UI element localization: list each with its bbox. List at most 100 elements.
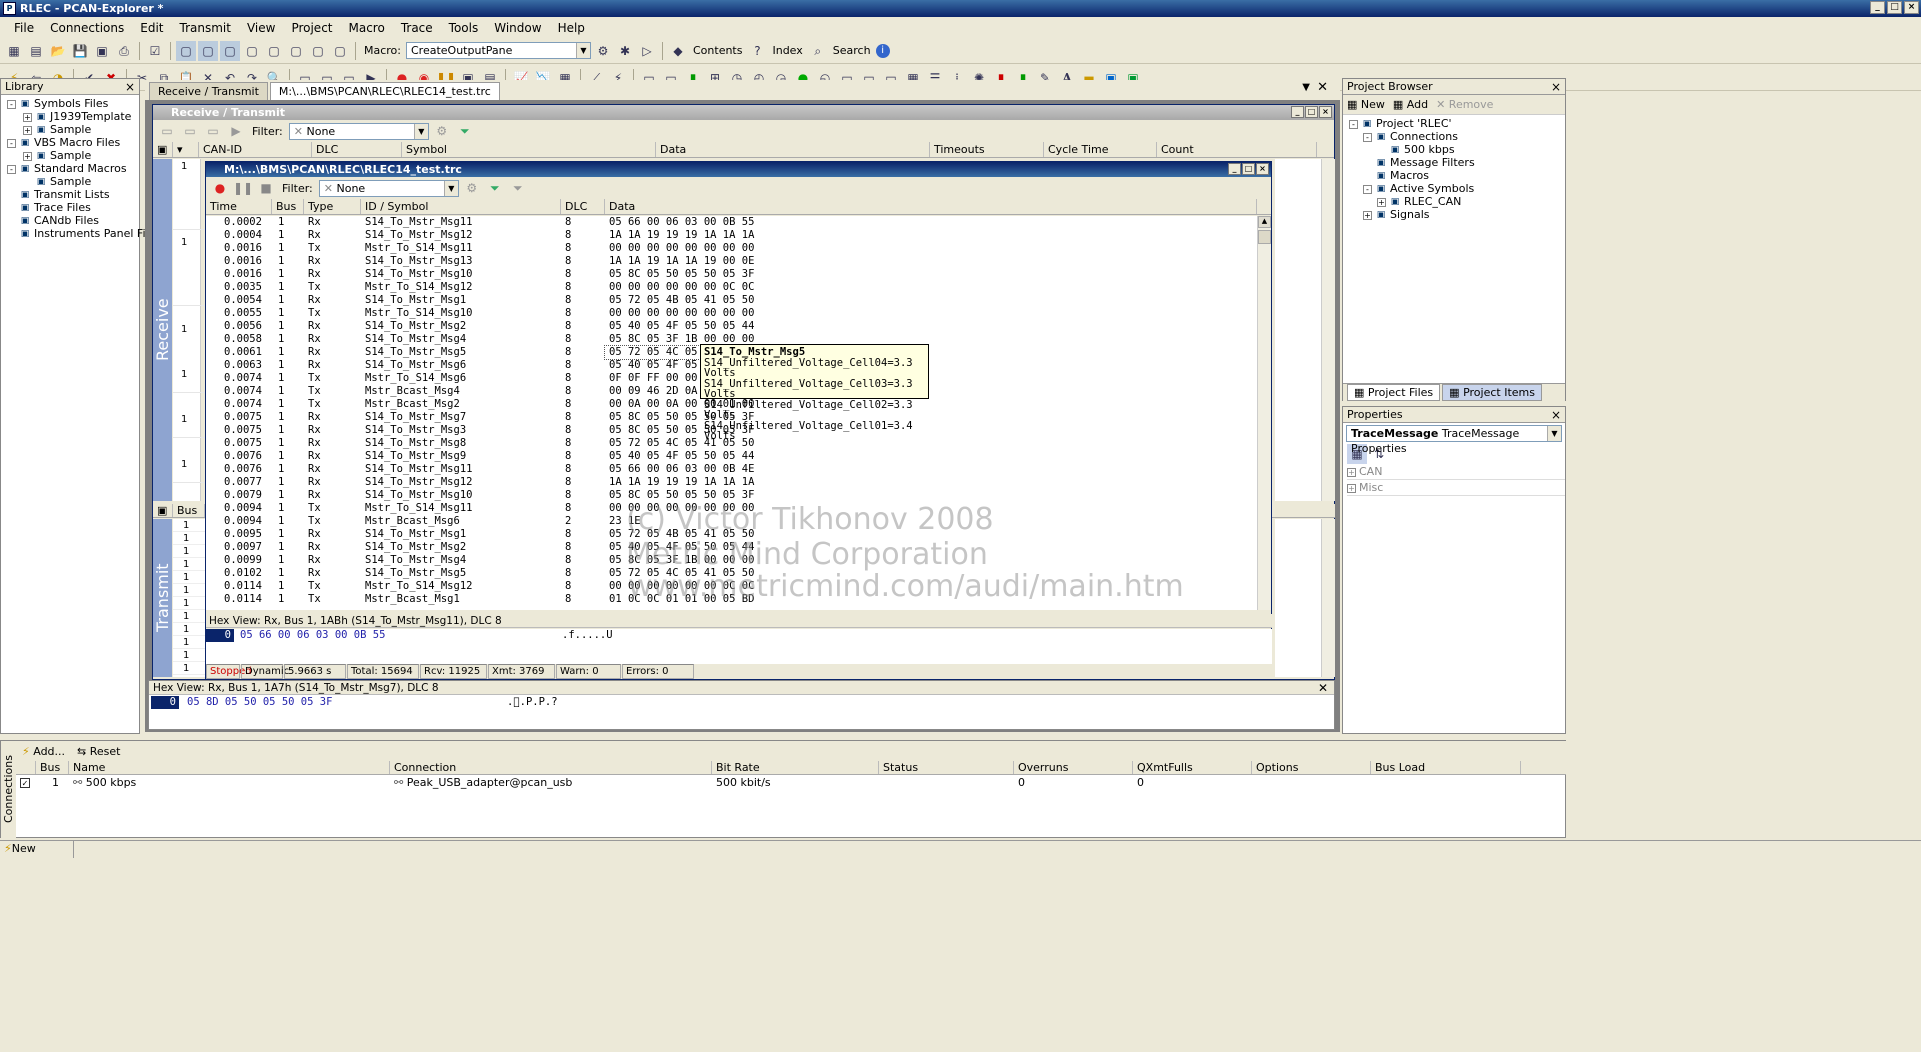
save-icon[interactable]: 💾 bbox=[70, 41, 90, 61]
collapse-icon[interactable]: - bbox=[7, 99, 16, 109]
collapse-icon[interactable]: - bbox=[1363, 132, 1372, 142]
collapse-icon[interactable]: - bbox=[7, 138, 16, 148]
col-timeouts[interactable]: Timeouts bbox=[930, 142, 1044, 157]
filter-funnel-icon[interactable]: ⏷ bbox=[455, 121, 475, 141]
col-conn-bit-rate[interactable]: Bit Rate bbox=[712, 761, 879, 774]
window-layout-5-icon[interactable]: ▢ bbox=[264, 41, 284, 61]
rx-header-icon[interactable]: ▣ bbox=[153, 142, 173, 157]
chevron-down-icon[interactable]: ▼ bbox=[443, 180, 458, 196]
macro-select[interactable]: CreateOutputPane ▼ bbox=[406, 42, 591, 59]
col-symbol[interactable]: Symbol bbox=[402, 142, 656, 157]
new-project-icon[interactable]: ▦ bbox=[4, 41, 24, 61]
col-data[interactable]: Data bbox=[656, 142, 930, 157]
filter-edit-icon[interactable]: ⚙ bbox=[462, 178, 482, 198]
col-cycle-time[interactable]: Cycle Time bbox=[1044, 142, 1157, 157]
tx-row[interactable]: 1 bbox=[173, 584, 205, 597]
tx-row[interactable]: 1 bbox=[173, 532, 205, 545]
library-item[interactable]: ▣ Trace Files bbox=[7, 201, 139, 214]
library-item[interactable]: + ▣ Sample bbox=[7, 123, 139, 136]
filter-clear-icon[interactable]: ⏷ bbox=[508, 178, 528, 198]
scroll-up-icon[interactable]: ▲ bbox=[1258, 216, 1271, 228]
index-button[interactable]: Index bbox=[769, 44, 805, 57]
close-icon[interactable]: × bbox=[1551, 407, 1561, 423]
menu-edit[interactable]: Edit bbox=[132, 21, 171, 35]
col-trace-data[interactable]: Data bbox=[605, 199, 1257, 214]
property-group[interactable]: + Misc bbox=[1347, 480, 1565, 496]
col-conn-status[interactable]: Status bbox=[879, 761, 1014, 774]
expand-icon[interactable]: + bbox=[1377, 197, 1386, 207]
reset-button[interactable]: ⇆ Reset bbox=[77, 745, 120, 758]
col-tx-bus[interactable]: Bus bbox=[173, 504, 205, 517]
filter-funnel-icon[interactable]: ⏷ bbox=[485, 178, 505, 198]
rx-filter-select[interactable]: ✕ None ▼ bbox=[288, 122, 429, 140]
project-tree-item[interactable]: - ▣ Active Symbols bbox=[1349, 182, 1565, 195]
library-item[interactable]: ▣ CANdb Files bbox=[7, 214, 139, 227]
record-icon[interactable]: ● bbox=[210, 178, 230, 198]
minimize-button[interactable]: _ bbox=[1870, 1, 1885, 14]
rx-edit-icon[interactable]: ▭ bbox=[180, 121, 200, 141]
trace-row[interactable]: 0.0079 1 Rx S14_To_Mstr_Msg10 8 05 8C 05 50 0… bbox=[206, 489, 1257, 502]
tx-scrollbar[interactable] bbox=[1321, 519, 1335, 677]
properties-object-select[interactable]: TraceMessage TraceMessage Properties ▼ bbox=[1346, 425, 1562, 455]
library-item[interactable]: ▣ Sample bbox=[7, 175, 139, 188]
expand-icon[interactable]: + bbox=[23, 125, 32, 135]
trace-row[interactable]: 0.0076 1 Rx S14_To_Mstr_Msg9 8 05 40 05 4F 05… bbox=[206, 450, 1257, 463]
library-item[interactable]: ▣ Transmit Lists bbox=[7, 188, 139, 201]
col-conn-qxmtfulls[interactable]: QXmtFulls bbox=[1133, 761, 1252, 774]
library-item[interactable]: + ▣ Sample bbox=[7, 149, 139, 162]
expand-icon[interactable]: + bbox=[1347, 467, 1356, 477]
col-conn-bus-load[interactable]: Bus Load bbox=[1371, 761, 1521, 774]
expand-icon[interactable]: + bbox=[23, 151, 32, 161]
check-icon[interactable]: ☑ bbox=[145, 41, 165, 61]
window-layout-2-icon[interactable]: ▢ bbox=[198, 40, 218, 61]
remove-button[interactable]: ✕ Remove bbox=[1436, 98, 1493, 111]
library-item[interactable]: - ▣ Standard Macros bbox=[7, 162, 139, 175]
save-all-icon[interactable]: ▣ bbox=[92, 41, 112, 61]
tab-project-files[interactable]: ▦ Project Files bbox=[1347, 384, 1441, 401]
project-tree-item[interactable]: - ▣ Connections bbox=[1349, 130, 1565, 143]
menu-help[interactable]: Help bbox=[550, 21, 593, 35]
trace-row[interactable]: 0.0055 1 Tx Mstr_To_S14_Msg10 8 00 00 00 00 0… bbox=[206, 307, 1257, 320]
close-icon[interactable]: × bbox=[1551, 79, 1561, 95]
close-button[interactable]: × bbox=[1904, 1, 1919, 14]
window-layout-1-icon[interactable]: ▢ bbox=[176, 40, 196, 61]
tx-row[interactable]: 1 bbox=[173, 558, 205, 571]
trace-filter-select[interactable]: ✕ None ▼ bbox=[318, 179, 459, 197]
chevron-down-icon[interactable]: ▼ bbox=[576, 43, 590, 58]
tab-list-icon[interactable]: ▼ bbox=[1302, 82, 1310, 93]
expand-icon[interactable]: + bbox=[1363, 210, 1372, 220]
menu-view[interactable]: View bbox=[239, 21, 283, 35]
pause-icon[interactable]: ❚❚ bbox=[233, 178, 253, 198]
trace-row[interactable]: 0.0016 1 Rx S14_To_Mstr_Msg13 8 1A 1A 19 1A 1… bbox=[206, 255, 1257, 268]
property-group[interactable]: + CAN bbox=[1347, 464, 1565, 480]
col-conn-connection[interactable]: Connection bbox=[390, 761, 712, 774]
menu-macro[interactable]: Macro bbox=[341, 21, 393, 35]
menu-window[interactable]: Window bbox=[486, 21, 549, 35]
project-tree-item[interactable]: + ▣ Signals bbox=[1349, 208, 1565, 221]
col-can-id[interactable]: CAN-ID bbox=[199, 142, 312, 157]
tx-row[interactable]: 1 bbox=[173, 649, 205, 662]
new-button[interactable]: ▦ New bbox=[1347, 98, 1385, 111]
col-conn-name[interactable]: Name bbox=[69, 761, 390, 774]
library-item[interactable]: ▣ Instruments Panel Files bbox=[7, 227, 161, 240]
col-trace-dlc[interactable]: DLC bbox=[561, 199, 605, 214]
trace-row[interactable]: 0.0056 1 Rx S14_To_Mstr_Msg2 8 05 40 05 4F 05… bbox=[206, 320, 1257, 333]
minimize-button[interactable]: _ bbox=[1291, 106, 1304, 118]
project-tree-item[interactable]: ▣ 500 kbps bbox=[1349, 143, 1565, 156]
maximize-button[interactable]: □ bbox=[1887, 1, 1902, 14]
col-conn-bus[interactable]: Bus bbox=[36, 761, 69, 774]
tab-project-items[interactable]: ▦ Project Items bbox=[1442, 384, 1542, 401]
search-icon[interactable]: ⌕ bbox=[808, 41, 828, 61]
col-count[interactable]: Count bbox=[1157, 142, 1317, 157]
restore-button[interactable]: □ bbox=[1242, 163, 1255, 175]
menu-tools[interactable]: Tools bbox=[441, 21, 487, 35]
minimize-button[interactable]: _ bbox=[1228, 163, 1241, 175]
chevron-down-icon[interactable]: ▼ bbox=[1547, 426, 1561, 441]
connection-checkbox[interactable]: ✓ bbox=[16, 776, 36, 790]
trace-row[interactable]: 0.0016 1 Rx S14_To_Mstr_Msg10 8 05 8C 05 50 0… bbox=[206, 268, 1257, 281]
window-layout-3-icon[interactable]: ▢ bbox=[220, 40, 240, 61]
tx-row[interactable]: 1 bbox=[173, 610, 205, 623]
contents-button[interactable]: Contents bbox=[690, 44, 745, 57]
tx-row[interactable]: 1 bbox=[173, 662, 205, 675]
close-icon[interactable]: × bbox=[125, 79, 135, 95]
